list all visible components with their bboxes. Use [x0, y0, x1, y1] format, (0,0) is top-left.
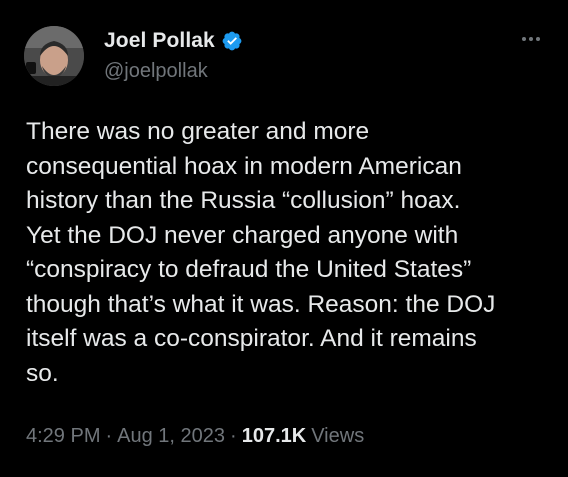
- avatar-image: [24, 26, 84, 86]
- verified-badge-icon: [221, 30, 243, 52]
- author-handle[interactable]: @joelpollak: [104, 60, 208, 83]
- more-dot: [536, 37, 540, 41]
- author-display-name[interactable]: Joel Pollak: [104, 29, 215, 53]
- more-options-icon[interactable]: [518, 32, 544, 46]
- tweet-time[interactable]: 4:29 PM: [26, 425, 100, 448]
- more-dot: [529, 37, 533, 41]
- tweet-text: There was no greater and more consequent…: [26, 118, 496, 387]
- more-dot: [522, 37, 526, 41]
- tweet-date[interactable]: Aug 1, 2023: [117, 425, 225, 448]
- avatar[interactable]: [24, 26, 84, 86]
- author-name-row: Joel Pollak: [104, 28, 243, 54]
- tweet-card: Joel Pollak @joelpollak There was no gre…: [0, 0, 568, 477]
- meta-separator: ·: [230, 425, 237, 447]
- tweet-meta: 4:29 PM · Aug 1, 2023 · 107.1K Views: [26, 425, 364, 448]
- views-count: 107.1K: [241, 425, 307, 447]
- views-label: Views: [311, 425, 365, 447]
- meta-separator: ·: [105, 425, 113, 447]
